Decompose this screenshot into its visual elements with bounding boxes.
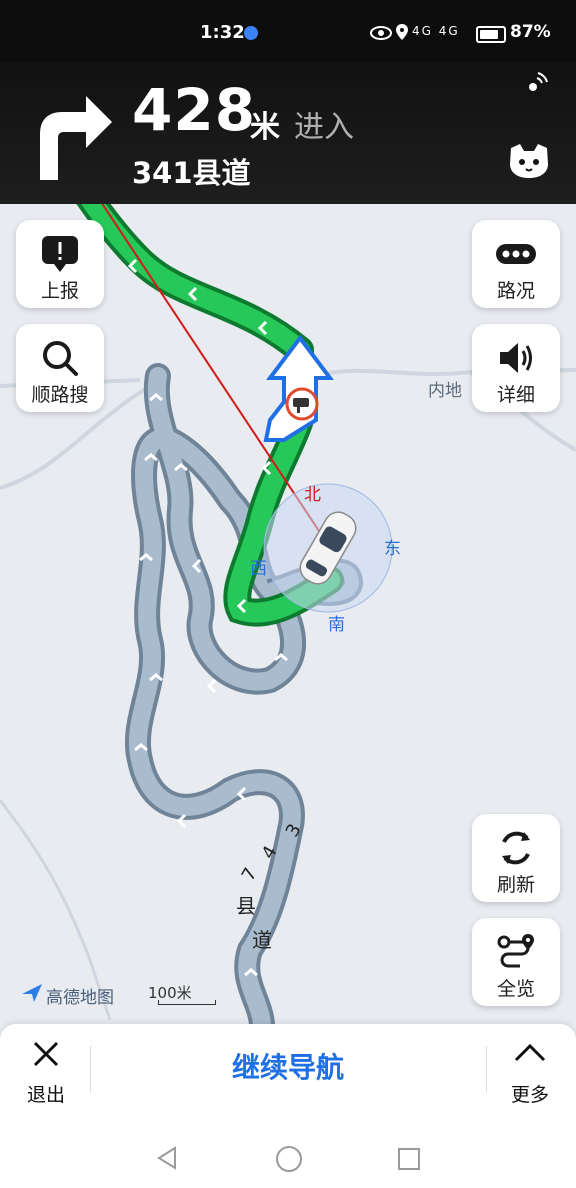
scale-bar xyxy=(158,1000,216,1005)
more-button[interactable]: 更多 xyxy=(494,1032,566,1106)
browser-icon xyxy=(244,26,258,40)
refresh-icon xyxy=(502,831,530,865)
bottom-bar: 退出 继续导航 更多 xyxy=(0,1024,576,1110)
more-label: 更多 xyxy=(510,1084,549,1106)
turn-right-arrow-icon xyxy=(40,96,112,180)
compass-east: 东 xyxy=(384,539,401,559)
exit-button[interactable]: 退出 xyxy=(10,1032,82,1106)
overview-button[interactable]: 全览 xyxy=(472,918,560,1006)
back-icon[interactable] xyxy=(156,1146,178,1170)
road-label-char: 县 xyxy=(236,894,256,918)
traffic-label: 路况 xyxy=(496,280,535,302)
nav-action: 进入 xyxy=(294,110,354,145)
amap-logo-icon xyxy=(22,984,42,1002)
road-label-char: 道 xyxy=(252,928,272,952)
refresh-button[interactable]: 刷新 xyxy=(472,814,560,902)
along-route-search-button[interactable]: 顺路搜 xyxy=(16,324,104,412)
report-button[interactable]: 上报 xyxy=(16,220,104,308)
continue-navigation-button[interactable]: 继续导航 xyxy=(150,1040,426,1096)
place-label: 内地 xyxy=(428,381,462,401)
search-icon xyxy=(43,341,78,376)
compass-south: 南 xyxy=(328,615,345,635)
chevron-up-icon xyxy=(514,1043,546,1062)
brand-label: 高德地图 xyxy=(46,988,114,1008)
nav-distance-unit: 米 xyxy=(250,110,280,145)
battery-percent: 87% xyxy=(510,22,551,42)
compass-north: 北 xyxy=(304,485,321,505)
recent-apps-icon[interactable] xyxy=(398,1148,420,1170)
nav-distance: 428 xyxy=(132,76,257,144)
overview-label: 全览 xyxy=(496,978,535,1000)
home-icon[interactable] xyxy=(276,1146,302,1172)
status-time: 1:32 xyxy=(200,22,245,43)
alert-icon xyxy=(42,236,78,272)
eye-icon xyxy=(370,26,392,40)
gps-signal-icon[interactable] xyxy=(526,72,548,94)
status-bar: 1:32 4G 4G 87% xyxy=(0,0,576,62)
divider xyxy=(486,1046,487,1092)
exit-label: 退出 xyxy=(26,1084,65,1106)
traffic-button[interactable]: 路况 xyxy=(472,220,560,308)
battery-icon xyxy=(476,26,506,43)
assistant-cat-icon[interactable] xyxy=(508,142,550,180)
detail-voice-button[interactable]: 详细 xyxy=(472,324,560,412)
location-icon xyxy=(396,24,408,40)
route-overview-icon xyxy=(497,934,534,968)
report-label: 上报 xyxy=(40,280,79,302)
close-icon xyxy=(33,1041,59,1067)
refresh-label: 刷新 xyxy=(496,874,535,896)
detail-label: 详细 xyxy=(496,384,535,406)
nav-road-name: 341县道 xyxy=(132,156,251,190)
traffic-icon xyxy=(496,244,536,264)
compass-west: 西 xyxy=(250,559,267,579)
signal-icon: 4G 4G xyxy=(412,24,460,38)
along-route-search-label: 顺路搜 xyxy=(31,384,89,406)
speaker-icon xyxy=(500,343,532,373)
divider xyxy=(90,1046,91,1092)
nav-header: 428 米 进入 341县道 xyxy=(0,62,576,204)
